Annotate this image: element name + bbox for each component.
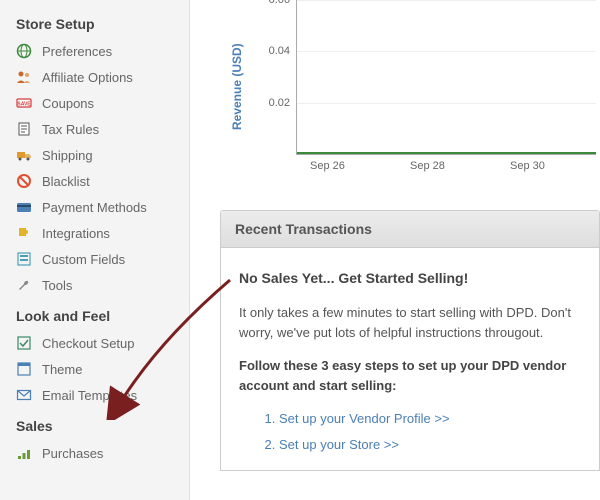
sidebar-item-label: Purchases bbox=[42, 446, 103, 461]
step-item: Set up your Vendor Profile >> bbox=[279, 409, 581, 429]
sidebar-item-payment-methods[interactable]: Payment Methods bbox=[0, 194, 189, 220]
setup-steps: Set up your Vendor Profile >> Set up you… bbox=[279, 409, 581, 454]
sidebar-item-integrations[interactable]: Integrations bbox=[0, 220, 189, 246]
chart-series-line bbox=[297, 152, 596, 154]
sidebar-item-label: Theme bbox=[42, 362, 82, 377]
globe-icon bbox=[16, 43, 32, 59]
chart-x-tick: Sep 26 bbox=[310, 160, 345, 172]
tax-icon bbox=[16, 121, 32, 137]
chart-y-tick: 0.02 bbox=[262, 97, 290, 109]
sidebar-item-tax-rules[interactable]: Tax Rules bbox=[0, 116, 189, 142]
sidebar: Store Setup Preferences Affiliate Option… bbox=[0, 0, 190, 500]
card-icon bbox=[16, 199, 32, 215]
panel-header: Recent Transactions bbox=[221, 211, 599, 248]
nav-list-store-setup: Preferences Affiliate Options SAVE Coupo… bbox=[0, 38, 189, 298]
sidebar-item-purchases[interactable]: Purchases bbox=[0, 440, 189, 466]
puzzle-icon bbox=[16, 225, 32, 241]
wrench-icon bbox=[16, 277, 32, 293]
svg-text:SAVE: SAVE bbox=[17, 102, 31, 108]
truck-icon bbox=[16, 147, 32, 163]
sidebar-item-affiliate-options[interactable]: Affiliate Options bbox=[0, 64, 189, 90]
sidebar-item-label: Custom Fields bbox=[42, 252, 125, 267]
step-item: Set up your Store >> bbox=[279, 435, 581, 455]
group-header-store-setup: Store Setup bbox=[0, 6, 189, 38]
instruction-text: Follow these 3 easy steps to set up your… bbox=[239, 356, 581, 395]
sidebar-item-label: Tools bbox=[42, 278, 72, 293]
revenue-chart: Revenue (USD) 0.06 0.04 0.02 Sep 26 Sep … bbox=[220, 0, 600, 180]
chart-y-axis-label: Revenue (USD) bbox=[230, 43, 244, 130]
sidebar-item-label: Email Templates bbox=[42, 388, 137, 403]
chart-y-tick: 0.04 bbox=[262, 45, 290, 57]
blacklist-icon bbox=[16, 173, 32, 189]
sidebar-item-theme[interactable]: Theme bbox=[0, 356, 189, 382]
chart-x-tick: Sep 28 bbox=[410, 160, 445, 172]
group-header-sales: Sales bbox=[0, 408, 189, 440]
sidebar-item-label: Affiliate Options bbox=[42, 70, 133, 85]
sidebar-item-label: Payment Methods bbox=[42, 200, 147, 215]
step-link-vendor-profile[interactable]: Set up your Vendor Profile >> bbox=[279, 411, 450, 426]
sidebar-item-checkout-setup[interactable]: Checkout Setup bbox=[0, 330, 189, 356]
main-content: Revenue (USD) 0.06 0.04 0.02 Sep 26 Sep … bbox=[190, 0, 600, 500]
coupon-icon: SAVE bbox=[16, 95, 32, 111]
nav-list-look-and-feel: Checkout Setup Theme Email Templates bbox=[0, 330, 189, 408]
sidebar-item-email-templates[interactable]: Email Templates bbox=[0, 382, 189, 408]
form-icon bbox=[16, 251, 32, 267]
sidebar-item-label: Coupons bbox=[42, 96, 94, 111]
people-icon bbox=[16, 69, 32, 85]
sidebar-item-label: Integrations bbox=[42, 226, 110, 241]
theme-icon bbox=[16, 361, 32, 377]
group-header-look-and-feel: Look and Feel bbox=[0, 298, 189, 330]
step-link-store[interactable]: Set up your Store >> bbox=[279, 437, 399, 452]
mail-icon bbox=[16, 387, 32, 403]
chart-plot-area bbox=[296, 0, 596, 155]
sidebar-item-shipping[interactable]: Shipping bbox=[0, 142, 189, 168]
chart-x-tick: Sep 30 bbox=[510, 160, 545, 172]
sidebar-item-label: Preferences bbox=[42, 44, 112, 59]
chart-y-tick: 0.06 bbox=[262, 0, 290, 6]
intro-text: It only takes a few minutes to start sel… bbox=[239, 303, 581, 342]
sidebar-item-label: Shipping bbox=[42, 148, 93, 163]
nav-list-sales: Purchases bbox=[0, 440, 189, 466]
sidebar-item-coupons[interactable]: SAVE Coupons bbox=[0, 90, 189, 116]
sidebar-item-blacklist[interactable]: Blacklist bbox=[0, 168, 189, 194]
sidebar-item-custom-fields[interactable]: Custom Fields bbox=[0, 246, 189, 272]
sidebar-item-tools[interactable]: Tools bbox=[0, 272, 189, 298]
sidebar-item-label: Checkout Setup bbox=[42, 336, 135, 351]
empty-state-title: No Sales Yet... Get Started Selling! bbox=[239, 268, 581, 289]
sidebar-item-preferences[interactable]: Preferences bbox=[0, 38, 189, 64]
checkout-icon bbox=[16, 335, 32, 351]
sidebar-item-label: Blacklist bbox=[42, 174, 90, 189]
purchases-icon bbox=[16, 445, 32, 461]
recent-transactions-panel: Recent Transactions No Sales Yet... Get … bbox=[220, 210, 600, 471]
sidebar-item-label: Tax Rules bbox=[42, 122, 99, 137]
panel-body: No Sales Yet... Get Started Selling! It … bbox=[221, 248, 599, 470]
